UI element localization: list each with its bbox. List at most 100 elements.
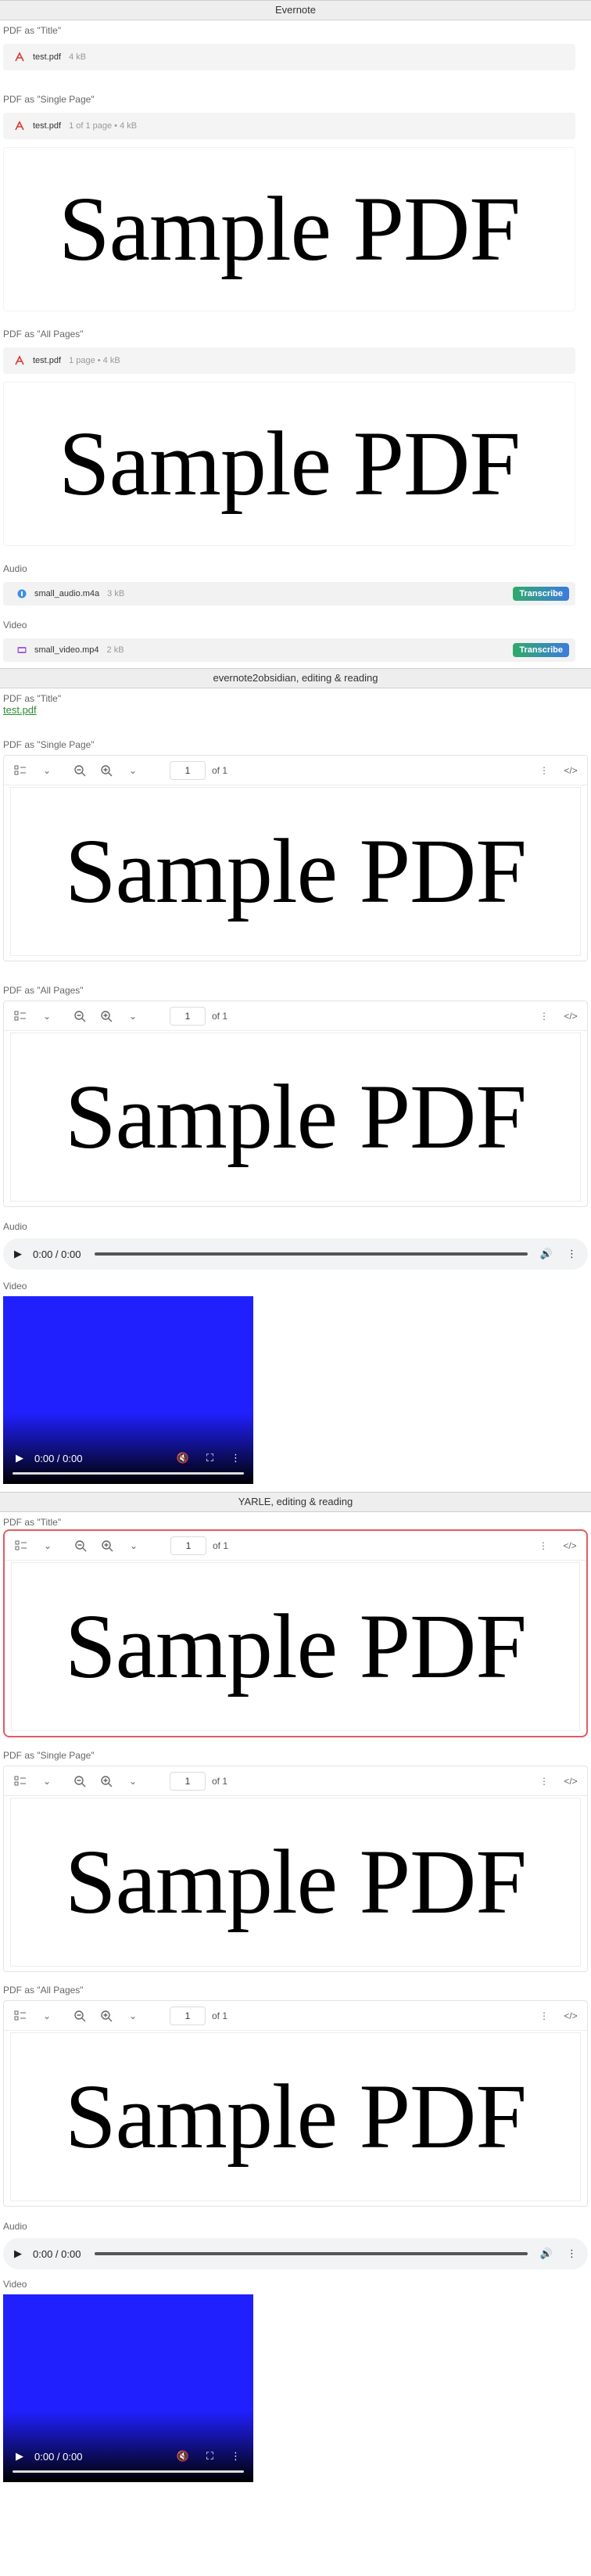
sidebar-thumbnails-icon[interactable] [12, 1008, 29, 1025]
pdf-toolbar: ⌄ ⌄ 1 of 1 ⋮ </> [4, 2001, 587, 2031]
pdf-viewer-all[interactable]: ⌄ ⌄ 1 of 1 ⋮ </> Sample PDF [3, 1001, 588, 1207]
more-vertical-icon[interactable]: ⋮ [567, 1248, 577, 1260]
zoom-out-icon[interactable] [71, 762, 88, 779]
chevron-down-icon[interactable]: ⌄ [124, 1008, 141, 1025]
attachment-filename: small_video.mp4 [34, 645, 99, 655]
chevron-down-icon[interactable]: ⌄ [39, 1537, 56, 1554]
zoom-out-icon[interactable] [72, 1537, 89, 1554]
pdf-link[interactable]: test.pdf [0, 704, 591, 716]
chevron-down-icon[interactable]: ⌄ [38, 762, 56, 779]
fullscreen-icon[interactable]: ⛶ [206, 2450, 213, 2463]
pdf-page-text: Sample PDF [59, 178, 521, 280]
zoom-in-icon[interactable] [98, 762, 115, 779]
code-icon[interactable]: </> [562, 1773, 579, 1790]
more-vertical-icon[interactable]: ⋮ [535, 1008, 553, 1025]
pdf-attachment-single[interactable]: test.pdf 1 of 1 page • 4 kB [3, 113, 575, 139]
page-number-input[interactable]: 1 [170, 1771, 206, 1791]
zoom-out-icon[interactable] [71, 1773, 88, 1790]
attachment-meta: 3 kB [107, 589, 125, 598]
chevron-down-icon[interactable]: ⌄ [124, 2007, 141, 2025]
fullscreen-icon[interactable]: ⛶ [206, 1452, 213, 1464]
pdf-viewer-single[interactable]: ⌄ ⌄ 1 of 1 ⋮ </> Sample PDF [3, 1766, 588, 1972]
video-time: 0:00 / 0:00 [34, 1452, 83, 1464]
mute-icon[interactable]: 🔇 [177, 1452, 189, 1464]
pdf-attachment-title[interactable]: test.pdf 4 kB [3, 44, 575, 70]
video-player[interactable]: ▶ 0:00 / 0:00 🔇 ⛶ ⋮ [3, 2294, 253, 2482]
more-vertical-icon[interactable]: ⋮ [535, 1537, 552, 1554]
pdf-single-label: PDF as "Single Page" [3, 94, 95, 105]
audio-label: Audio [3, 2221, 27, 2232]
volume-icon[interactable]: 🔊 [540, 1248, 553, 1260]
chevron-down-icon[interactable]: ⌄ [38, 1773, 56, 1790]
chevron-down-icon[interactable]: ⌄ [38, 1008, 56, 1025]
audio-player[interactable]: ▶ 0:00 / 0:00 🔊 ⋮ [3, 2238, 588, 2269]
pdf-page-text: Sample PDF [65, 1831, 527, 1933]
code-icon[interactable]: </> [561, 1537, 578, 1554]
page-number-input[interactable]: 1 [170, 760, 206, 780]
pdf-toolbar: ⌄ ⌄ 1 of 1 ⋮ </> [4, 756, 587, 785]
sidebar-thumbnails-icon[interactable] [12, 1773, 29, 1790]
video-controls: ▶ 0:00 / 0:00 🔇 ⛶ ⋮ [3, 1446, 253, 1470]
sidebar-thumbnails-icon[interactable] [13, 1537, 30, 1554]
pdf-page: Sample PDF [10, 1033, 581, 1202]
page-number-input[interactable]: 1 [170, 1006, 206, 1026]
page-number-input[interactable]: 1 [170, 2006, 206, 2025]
pdf-title-label: PDF as "Title" [3, 25, 62, 36]
zoom-out-icon[interactable] [71, 1008, 88, 1025]
pdf-page-text: Sample PDF [65, 1595, 527, 1698]
sidebar-thumbnails-icon[interactable] [12, 2007, 29, 2025]
transcribe-button[interactable]: Transcribe [513, 643, 569, 657]
pdf-file-icon [14, 120, 25, 131]
transcribe-button[interactable]: Transcribe [513, 587, 569, 601]
audio-label: Audio [3, 1221, 27, 1232]
play-icon[interactable]: ▶ [14, 2247, 22, 2260]
zoom-in-icon[interactable] [98, 1008, 115, 1025]
video-attachment[interactable]: small_video.mp4 2 kB Transcribe [3, 638, 575, 662]
mute-icon[interactable]: 🔇 [177, 2450, 189, 2463]
chevron-down-icon[interactable]: ⌄ [124, 1773, 141, 1790]
chevron-down-icon[interactable]: ⌄ [125, 1537, 142, 1554]
pdf-viewer-all[interactable]: ⌄ ⌄ 1 of 1 ⋮ </> Sample PDF [3, 2000, 588, 2207]
chevron-down-icon[interactable]: ⌄ [124, 762, 141, 779]
sidebar-thumbnails-icon[interactable] [12, 762, 29, 779]
pdf-page-text: Sample PDF [65, 1065, 527, 1168]
more-vertical-icon[interactable]: ⋮ [567, 2247, 577, 2260]
more-vertical-icon[interactable]: ⋮ [231, 2450, 241, 2463]
more-vertical-icon[interactable]: ⋮ [535, 762, 553, 779]
play-icon[interactable]: ▶ [14, 1248, 22, 1260]
code-icon[interactable]: </> [562, 762, 579, 779]
more-vertical-icon[interactable]: ⋮ [535, 1773, 553, 1790]
audio-progress-bar[interactable] [95, 1252, 528, 1256]
zoom-out-icon[interactable] [71, 2007, 88, 2025]
play-icon[interactable]: ▶ [16, 2450, 23, 2463]
chevron-down-icon[interactable]: ⌄ [38, 2007, 56, 2025]
page-number-input[interactable]: 1 [170, 1536, 206, 1555]
pdf-preview-all[interactable]: Sample PDF [3, 382, 575, 546]
pdf-viewer-title[interactable]: ⌄ ⌄ 1 of 1 ⋮ </> Sample PDF [3, 1529, 588, 1737]
zoom-in-icon[interactable] [98, 1537, 116, 1554]
audio-progress-bar[interactable] [95, 2252, 528, 2255]
play-icon[interactable]: ▶ [16, 1452, 23, 1464]
audio-icon [17, 589, 27, 598]
more-vertical-icon[interactable]: ⋮ [231, 1452, 241, 1464]
audio-player[interactable]: ▶ 0:00 / 0:00 🔊 ⋮ [3, 1238, 588, 1270]
page-count: of 1 [212, 1010, 228, 1022]
audio-attachment[interactable]: small_audio.m4a 3 kB Transcribe [3, 582, 575, 605]
pdf-attachment-all[interactable]: test.pdf 1 page • 4 kB [3, 347, 575, 374]
video-progress-bar[interactable] [13, 2470, 244, 2473]
video-progress-bar[interactable] [13, 1472, 244, 1475]
video-player[interactable]: ▶ 0:00 / 0:00 🔇 ⛶ ⋮ [3, 1296, 253, 1484]
zoom-in-icon[interactable] [98, 1773, 115, 1790]
pdf-viewer-single[interactable]: ⌄ ⌄ 1 of 1 ⋮ </> Sample PDF [3, 755, 588, 961]
pdf-single-label: PDF as "Single Page" [3, 739, 95, 750]
pdf-page-text: Sample PDF [65, 820, 527, 922]
more-vertical-icon[interactable]: ⋮ [535, 2007, 553, 2025]
audio-label: Audio [3, 563, 27, 574]
volume-icon[interactable]: 🔊 [540, 2247, 553, 2260]
zoom-in-icon[interactable] [98, 2007, 115, 2025]
pdf-page: Sample PDF [10, 787, 581, 956]
attachment-meta: 4 kB [69, 52, 87, 62]
code-icon[interactable]: </> [562, 1008, 579, 1025]
code-icon[interactable]: </> [562, 2007, 579, 2025]
pdf-preview-single[interactable]: Sample PDF [3, 147, 575, 311]
